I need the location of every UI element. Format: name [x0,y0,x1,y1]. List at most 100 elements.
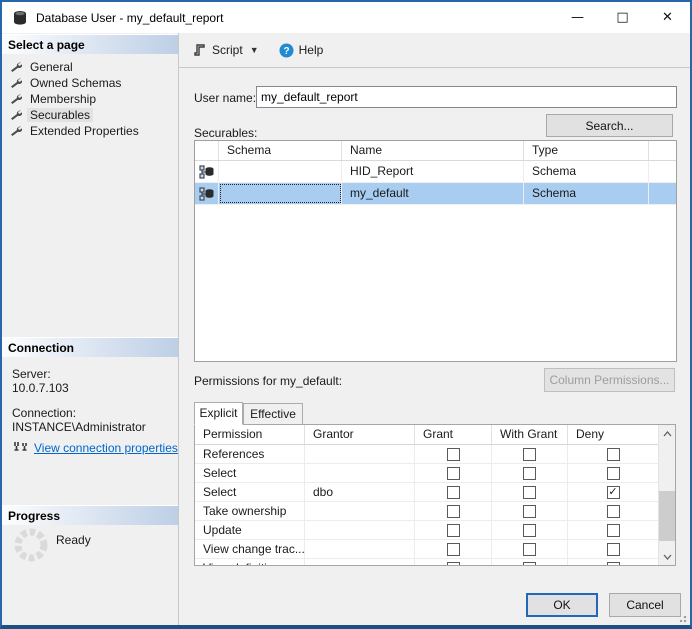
user-name-label: User name: [194,91,256,105]
window-title: Database User - my_default_report [36,11,555,25]
with-grant-checkbox[interactable] [523,562,536,566]
title-bar: Database User - my_default_report — □ ✕ [2,2,690,33]
script-button[interactable]: Script ▼ [187,39,265,61]
script-dropdown-icon[interactable]: ▼ [250,45,259,55]
server-label: Server: [12,367,51,381]
securable-schema-cell[interactable] [219,161,342,182]
wrench-icon [10,61,22,73]
grant-cell [415,464,492,482]
resize-grip[interactable] [677,613,687,623]
help-button-label: Help [299,43,324,57]
script-button-label: Script [212,43,243,57]
svg-text:?: ? [283,46,289,57]
permissions-scrollbar[interactable] [658,425,675,565]
securable-row[interactable]: HID_ReportSchema [195,161,676,183]
deny-cell [568,464,658,482]
permissions-header-with-grant: With Grant [492,425,568,444]
close-button[interactable]: ✕ [645,2,690,33]
deny-checkbox[interactable] [607,524,620,537]
scroll-down-icon[interactable] [659,548,675,565]
grantor-cell: dbo [305,483,415,501]
grant-checkbox[interactable] [447,543,460,556]
deny-checkbox[interactable] [607,505,620,518]
permission-row[interactable]: Take ownership [195,502,658,521]
permissions-header-row: Permission Grantor Grant With Grant Deny [195,425,658,445]
grant-cell [415,445,492,463]
grant-checkbox[interactable] [447,524,460,537]
permission-row[interactable]: View change trac... [195,540,658,559]
with-grant-checkbox[interactable] [523,486,536,499]
permissions-rows: ReferencesSelectSelectdbo✓Take ownership… [195,445,658,565]
sidebar-item-owned-schemas[interactable]: Owned Schemas [6,75,174,91]
with-grant-checkbox[interactable] [523,505,536,518]
deny-cell [568,521,658,539]
scroll-up-icon[interactable] [659,425,675,442]
sidebar-item-label: Extended Properties [27,124,142,138]
ok-button[interactable]: OK [526,593,598,617]
grant-checkbox[interactable] [447,486,460,499]
with-grant-checkbox[interactable] [523,543,536,556]
permission-row[interactable]: References [195,445,658,464]
grant-checkbox[interactable] [447,467,460,480]
deny-cell [568,502,658,520]
cancel-button[interactable]: Cancel [609,593,681,617]
scrollbar-thumb[interactable] [659,491,675,541]
with-grant-checkbox[interactable] [523,524,536,537]
user-name-input[interactable] [256,86,677,108]
grantor-cell [305,445,415,463]
deny-checkbox[interactable] [607,543,620,556]
with-grant-checkbox[interactable] [523,448,536,461]
deny-checkbox[interactable]: ✓ [607,486,620,499]
securable-name-cell[interactable]: HID_Report [342,161,524,182]
with-grant-checkbox[interactable] [523,467,536,480]
tab-explicit[interactable]: Explicit [194,402,243,425]
grantor-cell [305,464,415,482]
column-permissions-button[interactable]: Column Permissions... [544,368,675,392]
securables-header-type: Type [524,141,649,160]
connection-properties-icon [12,441,30,455]
sidebar-item-label: Membership [27,92,99,106]
permission-row[interactable]: View definition [195,559,658,565]
sidebar: Select a page GeneralOwned SchemasMember… [2,33,179,625]
grant-checkbox[interactable] [447,505,460,518]
deny-cell [568,445,658,463]
securable-row[interactable]: my_defaultSchema [195,183,676,205]
securable-type-cell[interactable]: Schema [524,161,649,182]
permission-name-cell: Update [195,521,305,539]
search-button[interactable]: Search... [546,114,673,137]
page-list: GeneralOwned SchemasMembershipSecurables… [6,59,174,139]
permission-row[interactable]: Select [195,464,658,483]
server-value: 10.0.7.103 [12,381,69,395]
sidebar-item-extended-properties[interactable]: Extended Properties [6,123,174,139]
securables-rows: HID_ReportSchemamy_defaultSchema [195,161,676,205]
securable-rest-cell [649,161,676,182]
help-button[interactable]: ? Help [273,39,330,62]
toolbar: Script ▼ ? Help [179,33,690,68]
connection-header: Connection [2,337,178,357]
wrench-icon [10,109,22,121]
securable-type-cell[interactable]: Schema [524,183,649,204]
progress-spinner-icon [12,526,50,564]
permission-row[interactable]: Selectdbo✓ [195,483,658,502]
deny-checkbox[interactable] [607,448,620,461]
permission-row[interactable]: Update [195,521,658,540]
schema-icon [199,165,214,179]
deny-checkbox[interactable] [607,562,620,566]
grant-cell [415,502,492,520]
securable-schema-cell[interactable] [219,183,342,204]
minimize-button[interactable]: — [555,2,600,33]
securable-name-cell[interactable]: my_default [342,183,524,204]
securables-header-schema: Schema [219,141,342,160]
securables-label: Securables: [194,126,257,140]
maximize-button[interactable]: □ [600,2,645,33]
sidebar-item-securables[interactable]: Securables [6,107,174,123]
tab-effective[interactable]: Effective [243,403,303,425]
grant-checkbox[interactable] [447,448,460,461]
sidebar-item-general[interactable]: General [6,59,174,75]
grantor-cell [305,502,415,520]
permission-name-cell: View definition [195,559,305,565]
view-connection-properties-link[interactable]: View connection properties [34,441,178,455]
deny-checkbox[interactable] [607,467,620,480]
grant-checkbox[interactable] [447,562,460,566]
sidebar-item-membership[interactable]: Membership [6,91,174,107]
